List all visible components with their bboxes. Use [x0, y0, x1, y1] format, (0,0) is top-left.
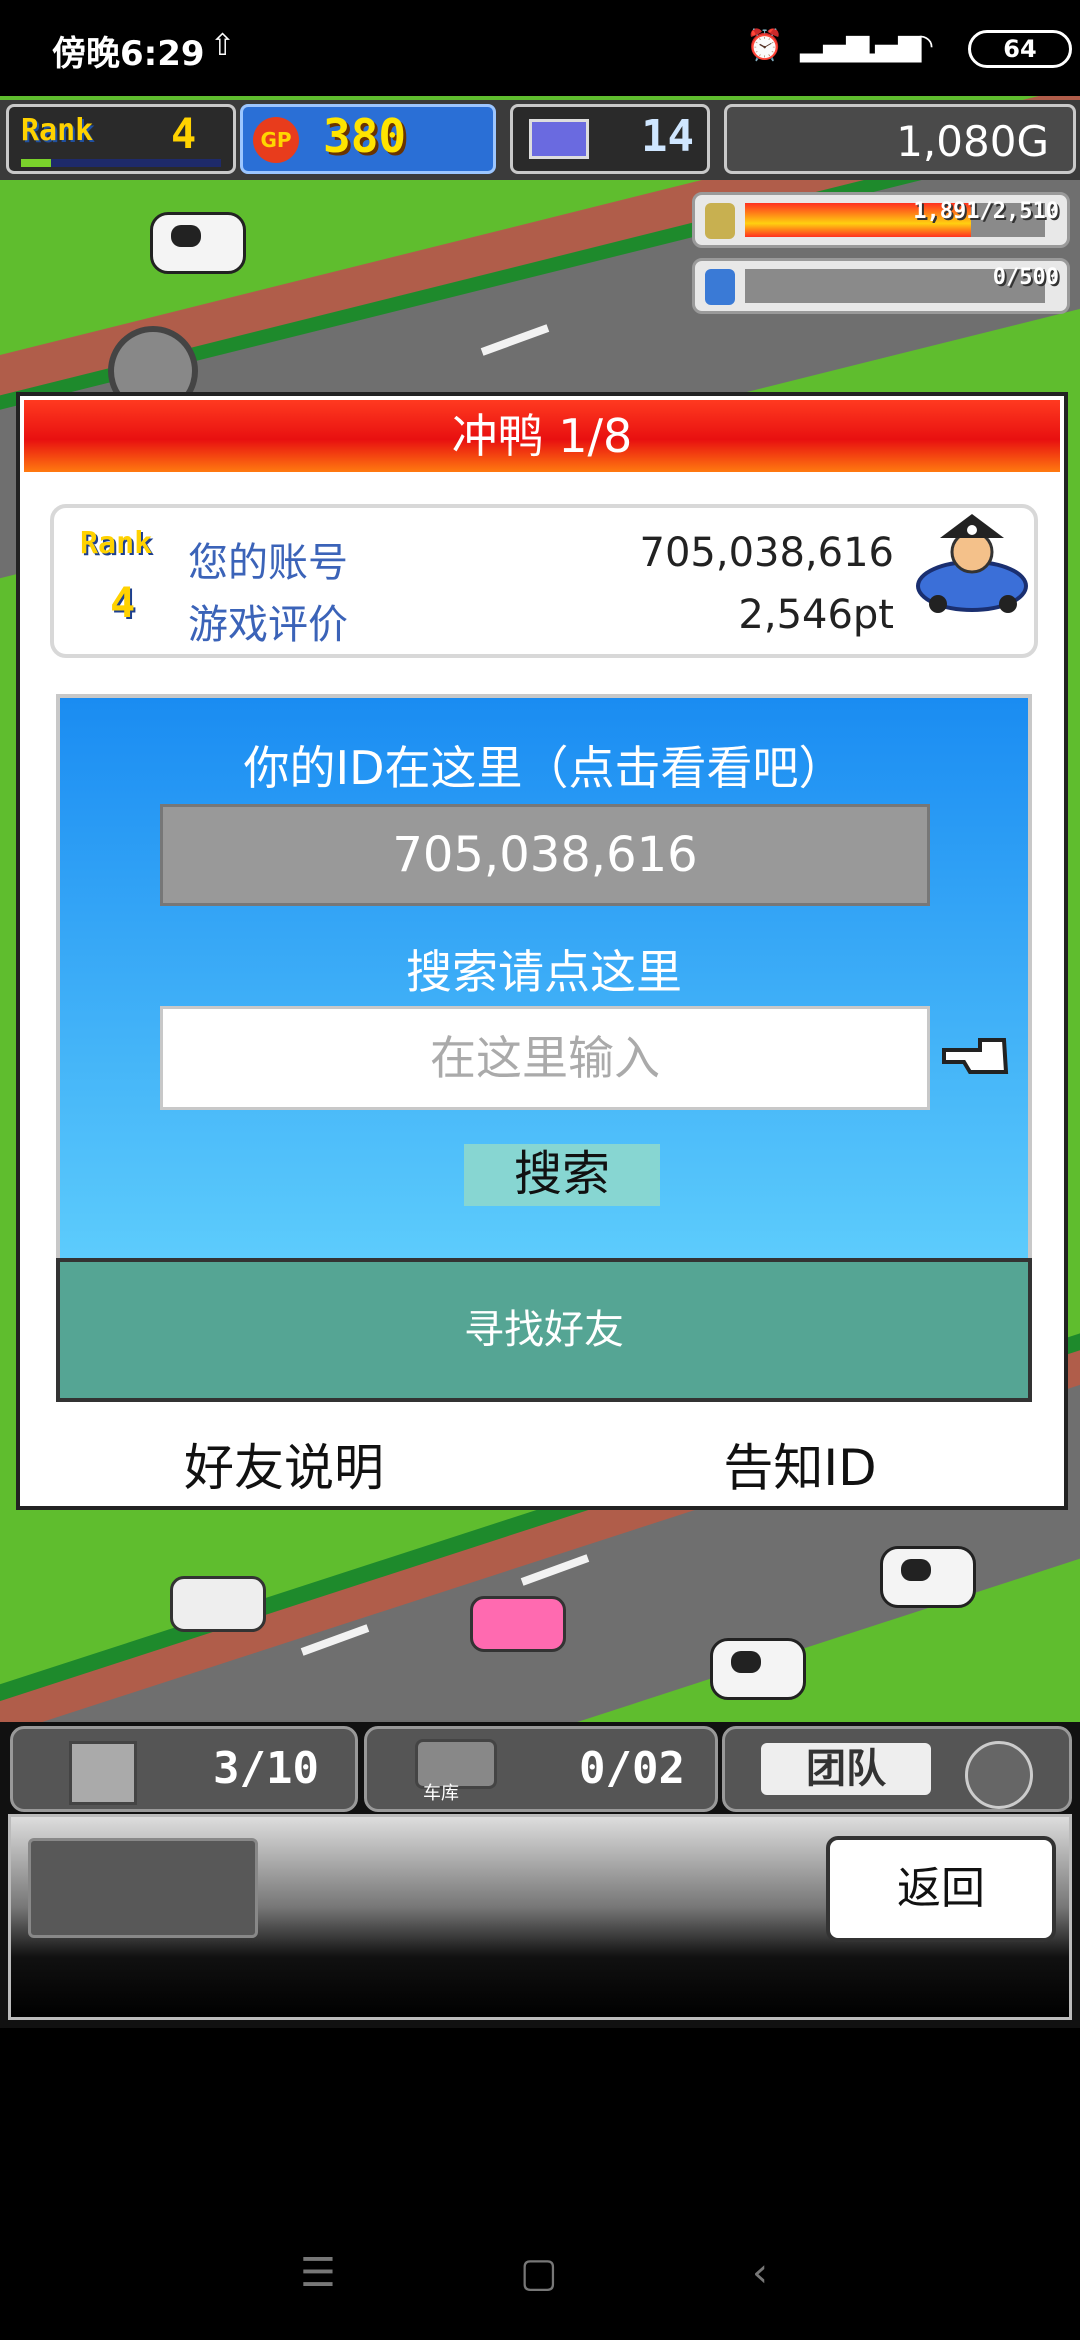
pointing-hand-icon: [942, 1038, 1009, 1074]
cow-sprite: [880, 1546, 976, 1608]
user-info-panel: Rank 4 您的账号 705,038,616 游戏评价 2,546pt: [50, 504, 1038, 658]
research-counter[interactable]: 14: [510, 104, 710, 174]
computer-icon: [529, 119, 589, 159]
back-icon[interactable]: ‹: [752, 2250, 768, 2296]
status-bar: 傍晚6:29 ⇧ ⏰ ▂▄▆ ▂▄▆ ◠ 64: [0, 0, 1080, 96]
pirate-driver-avatar: [916, 514, 1028, 613]
rank-indicator: Rank 4: [6, 104, 236, 174]
rank-progress-fill: [21, 159, 51, 167]
alarm-icon: ⏰: [746, 28, 784, 63]
car-sprite: [170, 1576, 266, 1632]
upload-icon: ⇧: [210, 28, 236, 63]
top-hud: Rank 4 GP 380 14 1,080G: [0, 100, 1080, 180]
friend-help-button[interactable]: 好友说明: [134, 1428, 434, 1500]
garage-label: 车库: [423, 1783, 459, 1804]
coin-stack-icon: [705, 203, 735, 239]
bottle-icon: [705, 269, 735, 305]
team-slot[interactable]: 团队: [722, 1726, 1072, 1812]
garage-slot[interactable]: 车库 0/02: [364, 1726, 718, 1812]
box-icon: [69, 1741, 137, 1805]
home-icon[interactable]: ▢: [520, 2250, 558, 2296]
battery-icon: 64: [968, 30, 1072, 68]
back-button[interactable]: 返回: [826, 1836, 1056, 1942]
find-friend-button[interactable]: 寻找好友: [56, 1258, 1032, 1402]
gp-coin-icon: GP: [253, 117, 299, 163]
fuel-meter-text: 1,891/2,510: [913, 199, 1059, 224]
rating-value: 2,546pt: [738, 592, 894, 638]
search-label: 搜索请点这里: [406, 945, 682, 999]
menu-icon[interactable]: ☰: [300, 2250, 336, 2296]
gp-value: 380: [323, 109, 407, 163]
fuel-meter[interactable]: 1,891/2,510: [692, 192, 1070, 248]
search-button[interactable]: 搜索: [464, 1144, 660, 1206]
friend-dialog: 冲鸭 1/8 Rank 4 您的账号 705,038,616 游戏评价 2,54…: [16, 392, 1068, 1510]
rating-label: 游戏评价: [188, 602, 348, 648]
account-label: 您的账号: [188, 540, 348, 586]
search-input[interactable]: 在这里输入: [160, 1006, 930, 1110]
team-label: 团队: [761, 1743, 931, 1795]
bottle-meter-text: 0/500: [992, 265, 1059, 290]
id-label: 你的ID在这里（点击看看吧）: [243, 741, 845, 795]
wifi-icon: ◠: [908, 28, 935, 63]
slot-box-count: 3/10: [213, 1743, 319, 1794]
bottle-meter[interactable]: 0/500: [692, 258, 1070, 314]
user-rank-label: Rank: [80, 526, 153, 561]
research-value: 14: [641, 111, 694, 162]
gold-value: 1,080G: [896, 117, 1049, 166]
gp-counter[interactable]: GP 380: [240, 104, 496, 174]
gold-counter[interactable]: 1,080G: [724, 104, 1076, 174]
cow-sprite: [710, 1638, 806, 1700]
rank-label: Rank: [21, 113, 94, 148]
car-sprite: [470, 1596, 566, 1652]
dialog-title: 冲鸭 1/8: [24, 400, 1060, 472]
bottom-bar: 3/10 车库 0/02 团队 返回: [0, 1722, 1080, 2028]
notify-id-button[interactable]: 告知ID: [650, 1428, 950, 1500]
slot-box[interactable]: 3/10: [10, 1726, 358, 1812]
cow-sprite: [150, 212, 246, 274]
system-nav-bar: ☰ ▢ ‹: [0, 2210, 1080, 2340]
account-value: 705,038,616: [639, 530, 894, 576]
user-rank-value: 4: [110, 578, 136, 627]
my-id-field[interactable]: 705,038,616: [160, 804, 930, 906]
rank-progress-bar: [21, 159, 221, 167]
team-member-icon: [965, 1741, 1033, 1809]
garage-count: 0/02: [579, 1743, 685, 1794]
rank-value: 4: [171, 109, 197, 158]
status-time: 傍晚6:29: [52, 34, 205, 74]
blank-button[interactable]: [28, 1838, 258, 1938]
search-panel: 你的ID在这里（点击看看吧） 705,038,616 搜索请点这里 在这里输入 …: [56, 694, 1032, 1274]
